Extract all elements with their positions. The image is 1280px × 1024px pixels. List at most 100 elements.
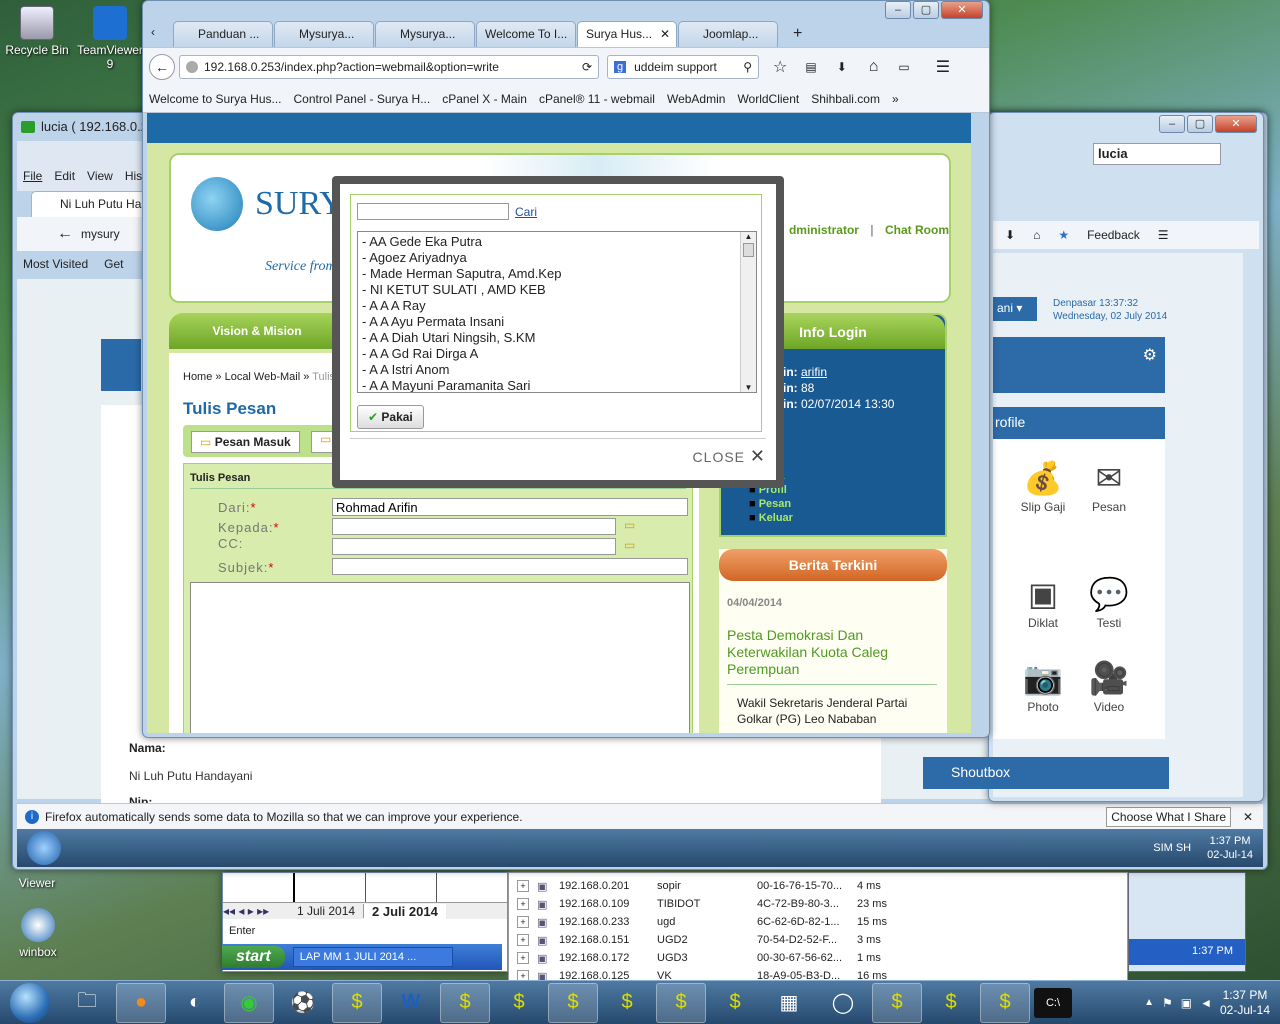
minimize-button[interactable]: – — [1159, 115, 1185, 133]
tray-volume-icon[interactable]: ◄ — [1200, 996, 1212, 1010]
tab-1[interactable]: Panduan ... — [173, 21, 273, 47]
taskbar-app-icon-4[interactable]: $ — [548, 982, 598, 1023]
dialog-close-button[interactable]: CLOSE ✕ — [693, 446, 766, 467]
taskbar-viewer-icon[interactable]: ◉ — [224, 982, 274, 1023]
bookmarks-menu-icon[interactable]: ▤ — [805, 60, 816, 74]
home-icon[interactable]: ⌂ — [869, 58, 879, 76]
tab-3[interactable]: Mysurya... — [375, 21, 475, 47]
bookmark-star-icon[interactable]: ★ — [1058, 228, 1069, 242]
xp-task-item[interactable]: LAP MM 1 JULI 2014 ... — [292, 947, 453, 967]
taskbar-app-icon-3[interactable]: $ — [494, 983, 544, 1023]
choose-what-i-share-button[interactable]: Choose What I Share — [1106, 806, 1231, 827]
bookmarks-overflow-icon[interactable]: » — [892, 92, 899, 106]
winbox-shortcut[interactable]: winbox — [2, 908, 74, 959]
taskbar-app-icon-1[interactable]: $ — [332, 982, 382, 1023]
bookmark-get[interactable]: Get — [104, 257, 123, 271]
right-search-box[interactable]: lucia — [1093, 143, 1221, 165]
profile-shortcut[interactable]: ▣ Diklat — [1010, 572, 1076, 630]
link-chat-room[interactable]: Chat Room — [885, 223, 949, 237]
taskbar-network-icon[interactable]: ▦ — [764, 983, 814, 1023]
close-button[interactable]: ✕ — [941, 1, 983, 19]
process-row[interactable]: + ▣ 192.168.0.233 ugd 6C-62-6D-82-1... 15 ms — [509, 913, 1127, 931]
nav-vision-mision[interactable]: Vision & Mision — [169, 313, 345, 349]
taskbar-word-icon[interactable]: W — [386, 983, 436, 1023]
info-close-icon[interactable]: ✕ — [1243, 810, 1253, 824]
taskbar-winbox-icon[interactable]: ◐ — [170, 983, 220, 1023]
taskbar-firefox-icon[interactable]: ● — [116, 982, 166, 1023]
minimize-button[interactable]: – — [885, 1, 911, 19]
url-bar[interactable]: 192.168.0.253/index.php?action=webmail&o… — [179, 54, 599, 79]
site-identity-icon[interactable] — [186, 60, 198, 73]
download-icon[interactable]: ⬇ — [1005, 228, 1015, 242]
taskbar-app-icon-6[interactable]: $ — [656, 982, 706, 1023]
new-tab-icon[interactable]: + — [793, 25, 802, 43]
teamviewer-shortcut[interactable]: TeamViewer 9 — [74, 6, 146, 71]
bookmark-5[interactable]: WebAdmin — [667, 92, 725, 106]
tab-scroll-left-icon[interactable]: ‹ — [151, 25, 155, 39]
profile-shortcut[interactable]: 💬 Testi — [1076, 572, 1142, 630]
name-option[interactable]: - A A Istri Anom — [362, 362, 752, 378]
menu-icon[interactable]: ☰ — [936, 57, 950, 77]
tab-1-juli[interactable]: 1 Juli 2014 — [289, 904, 365, 918]
tab-5[interactable]: Surya Hus... ✕ — [577, 21, 677, 47]
tab-2[interactable]: Mysurya... — [274, 21, 374, 47]
name-option[interactable]: - NI KETUT SULATI , AMD KEB — [362, 282, 752, 298]
tab-2-juli[interactable]: 2 Juli 2014 — [364, 903, 446, 919]
news-headline[interactable]: Pesta Demokrasi Dan Keterwakilan Kuota C… — [727, 627, 937, 685]
from-field[interactable] — [332, 498, 688, 516]
taskbar-clock[interactable]: 1:37 PM 02-Jul-14 — [1220, 988, 1270, 1018]
user-menu-item[interactable]: ■ Pesan — [749, 497, 793, 511]
taskbar-app-icon-8[interactable]: $ — [872, 982, 922, 1023]
expand-icon[interactable]: + — [517, 952, 529, 964]
inbox-button[interactable]: ▭ Pesan Masuk — [191, 431, 300, 453]
search-bar[interactable]: g uddeim support ⚲ — [607, 54, 759, 79]
process-row[interactable]: + ▣ 192.168.0.172 UGD3 00-30-67-56-62... 1 ms — [509, 949, 1127, 967]
back-start-orb-icon[interactable] — [27, 831, 61, 865]
user-menu-item[interactable]: ■ Keluar — [749, 511, 793, 525]
dialog-search-input[interactable] — [357, 203, 509, 220]
bookmark-1[interactable]: Welcome to Surya Hus... — [149, 92, 282, 106]
process-row[interactable]: + ▣ 192.168.0.109 TIBIDOT 4C-72-B9-80-3... 23… — [509, 895, 1127, 913]
download-icon[interactable]: ⬇ — [837, 60, 847, 74]
maximize-button[interactable]: ▢ — [1187, 115, 1213, 133]
breadcrumb-webmail[interactable]: Local Web-Mail — [225, 371, 301, 383]
back-button-icon[interactable]: ← — [57, 225, 73, 243]
name-option[interactable]: - A A Diah Utari Ningsih, S.KM — [362, 330, 752, 346]
tray-expand-icon[interactable]: ▲ — [1144, 997, 1154, 1008]
menu-icon[interactable]: ☰ — [1158, 228, 1169, 242]
close-button[interactable]: ✕ — [1215, 115, 1257, 133]
taskbar-cmd-icon[interactable]: C:\ — [1034, 987, 1072, 1018]
back-button-icon[interactable]: ← — [149, 53, 175, 80]
listbox-scrollbar[interactable]: ▲ ▼ — [740, 232, 756, 392]
bookmark-2[interactable]: Control Panel - Surya H... — [294, 92, 431, 106]
taskbar-app-icon-10[interactable]: $ — [980, 982, 1030, 1023]
breadcrumb-home[interactable]: Home — [183, 371, 212, 383]
menu-edit[interactable]: Edit — [54, 169, 75, 183]
dialog-search-link[interactable]: Cari — [515, 205, 537, 219]
reload-icon[interactable]: ⟳ — [582, 60, 592, 74]
name-option[interactable]: - AA Gede Eka Putra — [362, 234, 752, 250]
expand-icon[interactable]: + — [517, 880, 529, 892]
taskbar-app-icon-7[interactable]: $ — [710, 983, 760, 1023]
tab-4[interactable]: Welcome To I... — [476, 21, 576, 47]
xp-start-button[interactable]: start — [222, 946, 285, 968]
viewer-shortcut[interactable]: Viewer — [2, 876, 72, 890]
names-listbox[interactable]: - AA Gede Eka Putra - Agoez Ariyadnya - Ma… — [357, 231, 757, 393]
bookmark-3[interactable]: cPanel X - Main — [442, 92, 527, 106]
back-tab[interactable]: Ni Luh Putu Han — [31, 191, 147, 217]
subject-field[interactable] — [332, 558, 688, 575]
bookmark-6[interactable]: WorldClient — [737, 92, 799, 106]
name-option[interactable]: - A A A Ray — [362, 298, 752, 314]
name-option[interactable]: - Agoez Ariyadnya — [362, 250, 752, 266]
profile-shortcut[interactable]: 💰 Slip Gaji — [1010, 456, 1076, 514]
scroll-thumb[interactable] — [743, 243, 754, 257]
name-option[interactable]: - A A Mayuni Paramanita Sari — [362, 378, 752, 392]
nav-arrows-icon[interactable]: ◂◂ ◂ ▸ ▸▸ — [223, 904, 289, 918]
login-user-link[interactable]: arifin — [801, 365, 827, 379]
expand-icon[interactable]: + — [517, 898, 529, 910]
name-option[interactable]: - A A Gd Rai Dirga A — [362, 346, 752, 362]
tab-close-icon[interactable]: ✕ — [660, 22, 670, 46]
bookmark-4[interactable]: cPanel® 11 - webmail — [539, 92, 655, 106]
name-option[interactable]: - A A Ayu Permata Insani — [362, 314, 752, 330]
process-row[interactable]: + ▣ 192.168.0.151 UGD2 70-54-D2-52-F... 3 ms — [509, 931, 1127, 949]
